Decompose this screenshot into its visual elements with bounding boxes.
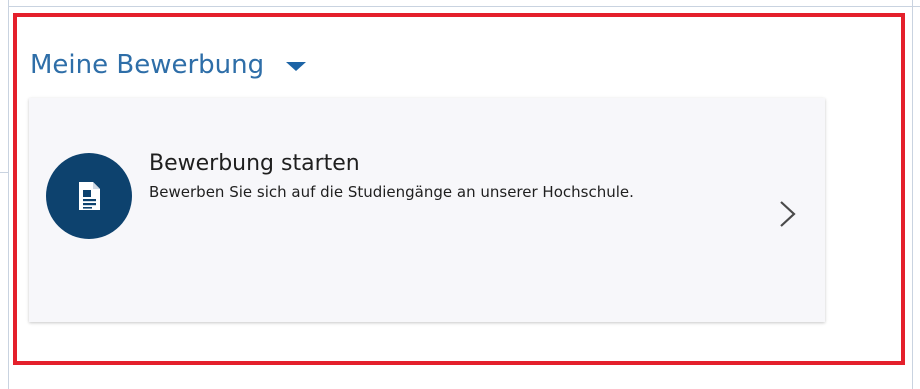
section-toggle[interactable]: Meine Bewerbung — [30, 46, 307, 84]
card-description: Bewerben Sie sich auf die Studiengänge a… — [149, 183, 634, 201]
chevron-right-icon[interactable] — [777, 200, 799, 228]
chevron-down-icon[interactable] — [286, 61, 307, 71]
document-icon — [79, 182, 100, 210]
page-frame-left-line — [8, 0, 9, 389]
section-title: Meine Bewerbung — [30, 50, 265, 80]
card-title: Bewerbung starten — [149, 151, 360, 176]
document-icon-circle — [46, 153, 132, 239]
page-frame-right-line — [912, 0, 913, 389]
page-frame-tick — [0, 172, 9, 173]
page-frame-top-line — [8, 6, 920, 7]
start-application-card[interactable]: Bewerbung starten Bewerben Sie sich auf … — [29, 98, 825, 322]
